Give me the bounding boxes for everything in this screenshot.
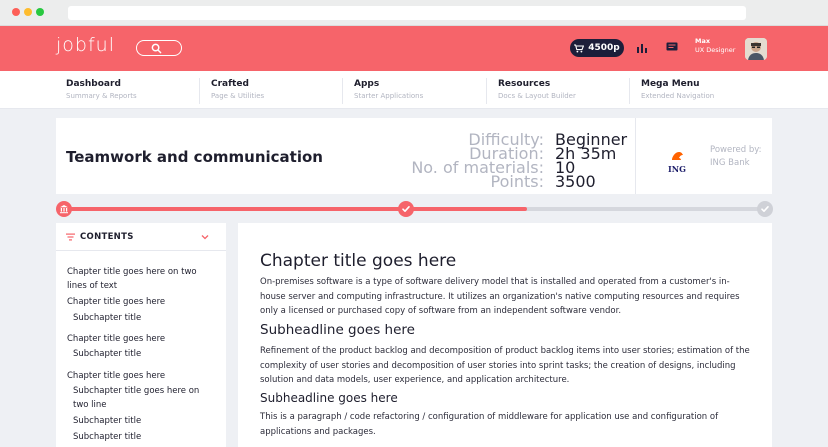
bar-chart-icon[interactable] (636, 42, 648, 53)
avatar[interactable] (745, 38, 767, 60)
main-navigation: Dashboard Summary & Reports Crafted Page… (0, 71, 828, 109)
jobful-logo[interactable]: jobful (56, 34, 115, 56)
chapter-paragraph: Refinement of the product backlog and de… (260, 346, 750, 385)
user-role: UX Designer (695, 46, 736, 54)
nav-divider (199, 78, 200, 104)
toc-subchapter-item[interactable]: Subchapter title (73, 347, 223, 361)
chapter-paragraph: On-premises software is a type of softwa… (260, 277, 740, 316)
chapter-title: Chapter title goes here (260, 251, 457, 271)
toc-subchapter-item[interactable]: Subchapter title (73, 430, 223, 444)
contents-panel: CONTENTS Chapter title goes here on two … (56, 223, 226, 447)
user-photo-icon (745, 38, 767, 60)
points-label: Points: (490, 172, 544, 191)
nav-item-crafted[interactable]: Crafted Page & Utilities (211, 79, 264, 100)
lion-icon (672, 152, 683, 160)
nav-item-apps[interactable]: Apps Starter Applications (354, 79, 423, 100)
check-icon (402, 206, 410, 212)
nav-title: Dashboard (66, 79, 121, 89)
course-progress-fill (62, 207, 527, 211)
list-icon (66, 233, 75, 241)
progress-checkpoint-final[interactable] (757, 201, 773, 217)
nav-divider (342, 78, 343, 104)
search-button[interactable] (136, 40, 182, 56)
nav-title: Resources (498, 79, 551, 89)
check-icon (761, 206, 769, 212)
cart-icon (574, 43, 585, 52)
subheadline: Subheadline goes here (260, 391, 398, 405)
chapter-paragraph: This is a paragraph / code refactoring /… (260, 412, 719, 437)
toc-chapter-item[interactable]: Chapter title goes here (67, 369, 217, 383)
nav-subtitle: Docs & Layout Builder (498, 92, 576, 100)
course-title: Teamwork and communication (66, 148, 323, 166)
contents-header[interactable]: CONTENTS (56, 223, 226, 251)
course-info-card: Teamwork and communication Difficulty: B… (56, 118, 772, 194)
toc-subchapter-item[interactable]: Subchapter title (73, 414, 223, 428)
nav-subtitle: Extended Navigation (641, 92, 715, 100)
points-value: 4500p (588, 43, 620, 53)
nav-item-resources[interactable]: Resources Docs & Layout Builder (498, 79, 576, 100)
toc-chapter-item[interactable]: Chapter title goes here (67, 295, 217, 309)
browser-chrome (0, 0, 828, 26)
powered-by-value: ING Bank (710, 158, 750, 168)
contents-title: CONTENTS (80, 232, 134, 242)
points-badge[interactable]: 4500p (570, 39, 624, 57)
minimize-window-dot[interactable] (24, 8, 32, 16)
chevron-down-icon[interactable] (201, 233, 209, 241)
nav-item-dashboard[interactable]: Dashboard Summary & Reports (66, 79, 137, 100)
chapter-article: Chapter title goes here On-premises soft… (238, 223, 772, 447)
nav-title: Mega Menu (641, 79, 700, 89)
ing-logo-text: ING (668, 164, 686, 174)
close-window-dot[interactable] (12, 8, 20, 16)
progress-start-node[interactable] (56, 201, 72, 217)
subheadline: Subheadline goes here (260, 322, 415, 338)
toc-chapter-item[interactable]: Chapter title goes here on two lines of … (67, 265, 217, 293)
nav-subtitle: Starter Applications (354, 92, 424, 100)
nav-divider (486, 78, 487, 104)
progress-checkpoint-completed[interactable] (398, 201, 414, 217)
bank-icon (60, 205, 68, 214)
nav-title: Apps (354, 79, 380, 89)
toc-subchapter-item[interactable]: Subchapter title goes here on two line (73, 384, 213, 412)
nav-subtitle: Page & Utilities (211, 92, 265, 100)
user-name: Max (695, 37, 711, 45)
toc-chapter-item[interactable]: Chapter title goes here (67, 332, 217, 346)
nav-subtitle: Summary & Reports (66, 92, 137, 100)
address-bar[interactable] (68, 6, 746, 20)
message-icon[interactable] (666, 42, 678, 53)
powered-by-label: Powered by: (710, 145, 762, 155)
points-value: 3500 (555, 172, 596, 191)
nav-title: Crafted (211, 79, 249, 89)
ing-logo: ING (665, 146, 689, 174)
nav-divider (629, 78, 630, 104)
app-header: jobful 4500p Max UX Designer (0, 26, 828, 71)
search-icon (151, 43, 162, 54)
nav-item-mega-menu[interactable]: Mega Menu Extended Navigation (641, 79, 714, 100)
course-progress-bar (62, 207, 766, 211)
course-divider (635, 118, 636, 194)
toc-subchapter-item[interactable]: Subchapter title (73, 311, 223, 325)
maximize-window-dot[interactable] (36, 8, 44, 16)
